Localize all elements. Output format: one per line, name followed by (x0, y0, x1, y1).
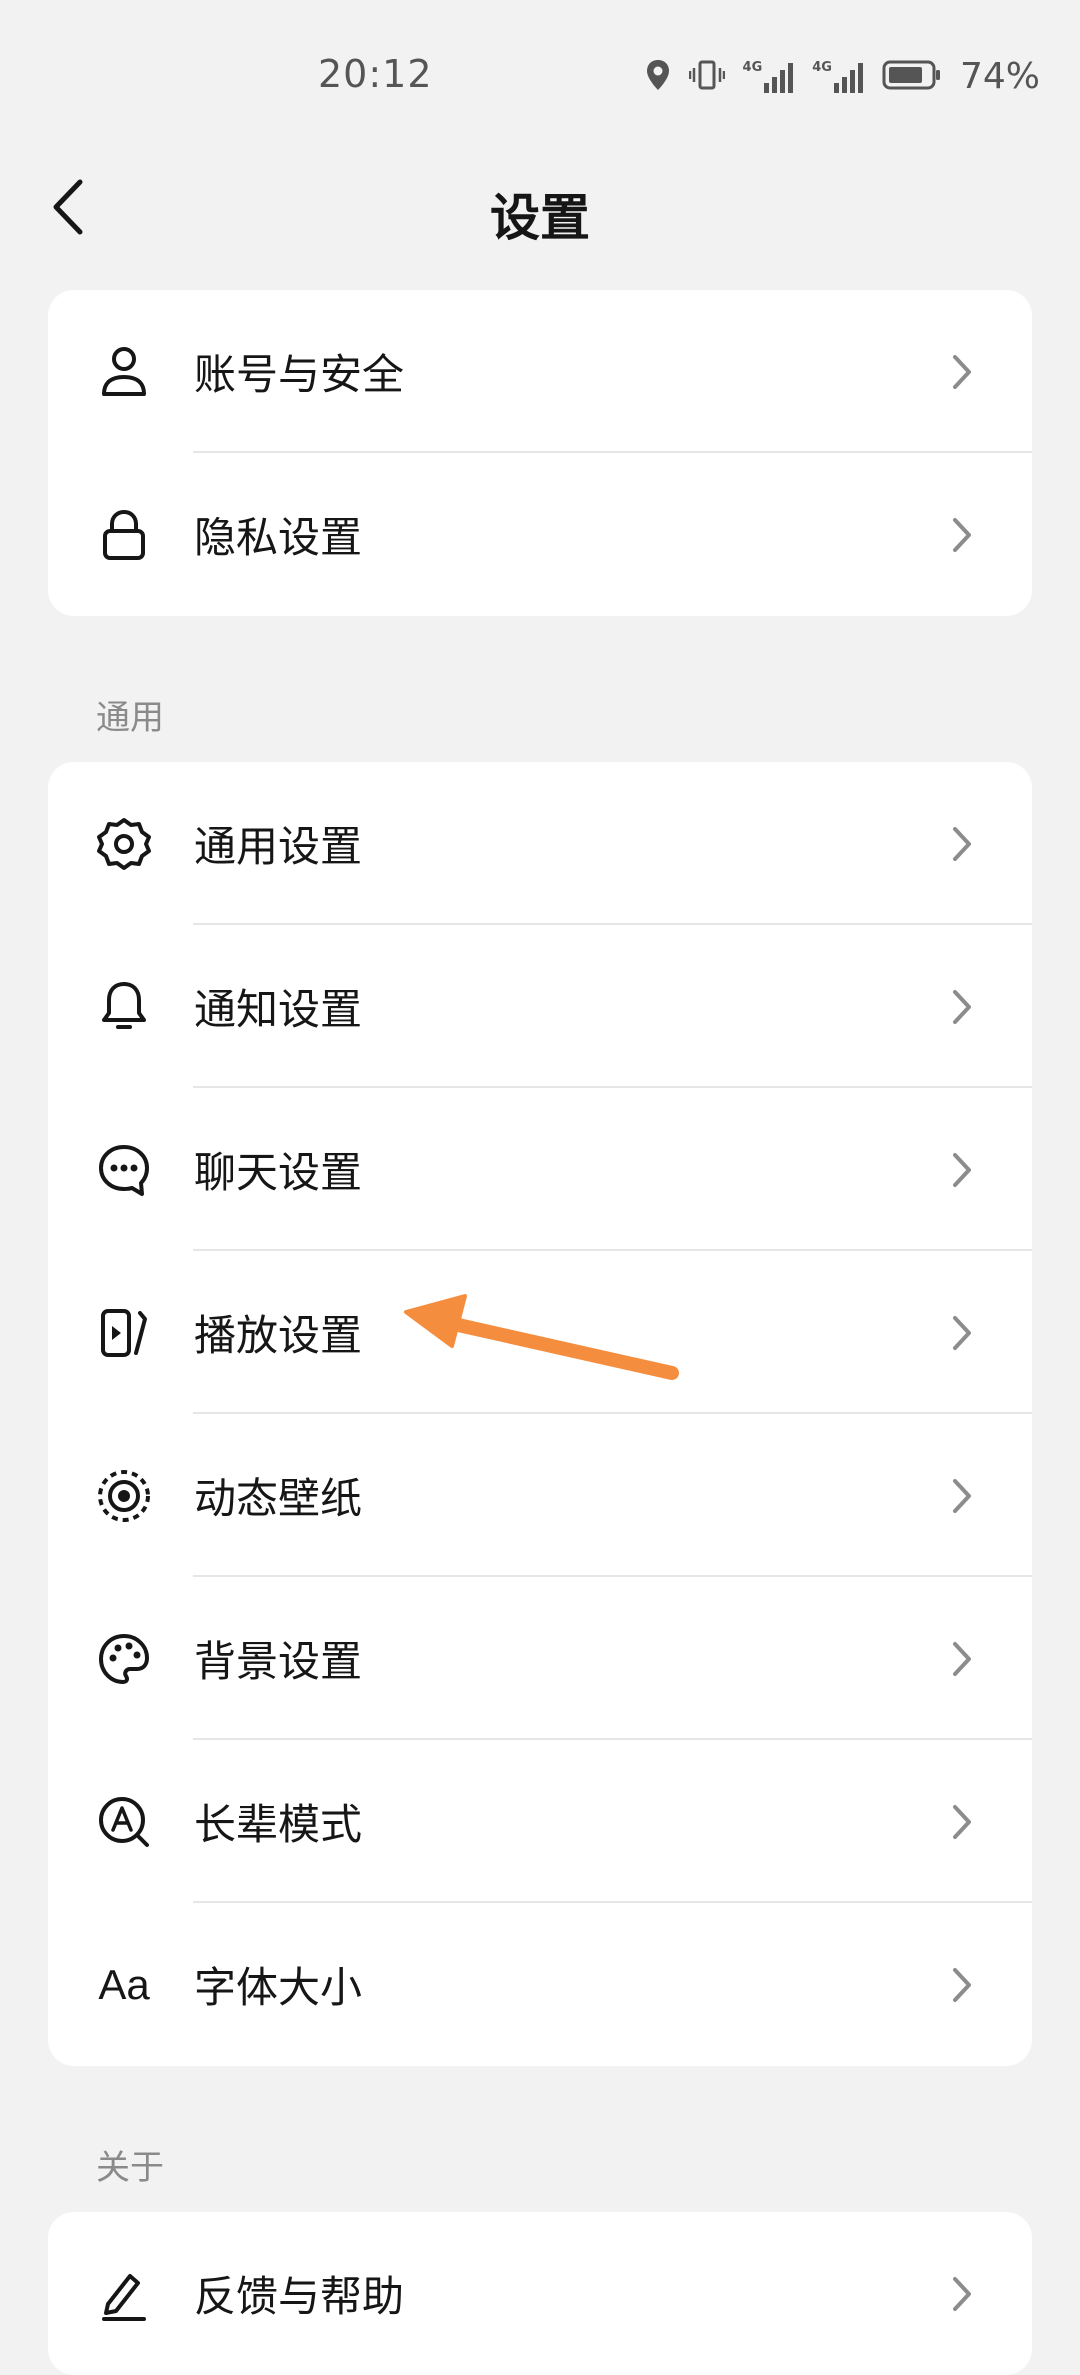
settings-item-label: 背景设置 (194, 1637, 363, 1686)
settings-item-label: 动态壁纸 (194, 1474, 363, 1523)
battery-percent: 74% (959, 56, 1040, 97)
bell-icon (96, 979, 152, 1035)
network-type-label: 4G (812, 60, 832, 75)
chevron-right-icon (942, 2274, 982, 2314)
play-screen-icon (96, 1305, 152, 1361)
chevron-right-icon (942, 1965, 982, 2005)
settings-item-label: 长辈模式 (194, 1800, 363, 1849)
settings-item-privacy[interactable]: 隐私设置 (48, 453, 1032, 616)
settings-item-account-security[interactable]: 账号与安全 (48, 290, 1032, 453)
chat-bubble-icon (96, 1142, 152, 1198)
elder-mode-icon (96, 1794, 152, 1850)
settings-item-font-size[interactable]: Aa 字体大小 (48, 1903, 1032, 2066)
chevron-right-icon (942, 1150, 982, 1190)
palette-icon (96, 1631, 152, 1687)
settings-item-label: 聊天设置 (194, 1148, 363, 1197)
section-title-general: 通用 (96, 698, 164, 738)
status-bar: 20:12 4G 4G 74% (0, 0, 1080, 150)
signal-icon-1: 4G (743, 60, 795, 93)
font-size-icon: Aa (96, 1957, 152, 2013)
gear-icon (96, 816, 152, 872)
person-icon (96, 344, 152, 400)
about-settings-card: 反馈与帮助 (48, 2212, 1032, 2375)
pencil-icon (96, 2266, 152, 2322)
settings-item-chat[interactable]: 聊天设置 (48, 1088, 1032, 1251)
settings-item-label: 反馈与帮助 (194, 2272, 405, 2321)
general-settings-card: 通用设置 通知设置 聊天设置 播放设置 动态壁纸 背景设置 长辈模式 Aa 字体… (48, 762, 1032, 2066)
chevron-right-icon (942, 515, 982, 555)
settings-item-general[interactable]: 通用设置 (48, 762, 1032, 925)
settings-item-label: 播放设置 (194, 1311, 363, 1360)
settings-item-label: 隐私设置 (194, 513, 363, 562)
location-icon (645, 58, 671, 96)
network-type-label: 4G (742, 60, 763, 75)
dynamic-wallpaper-icon (96, 1468, 152, 1524)
signal-icon-2: 4G (812, 60, 864, 93)
section-title-about: 关于 (96, 2148, 164, 2188)
font-size-icon-text: Aa (98, 1960, 150, 2008)
chevron-right-icon (942, 352, 982, 392)
vibrate-icon (688, 58, 725, 96)
settings-item-background[interactable]: 背景设置 (48, 1577, 1032, 1740)
settings-item-label: 字体大小 (194, 1963, 363, 2012)
account-settings-card: 账号与安全 隐私设置 (48, 290, 1032, 616)
chevron-right-icon (942, 987, 982, 1027)
chevron-right-icon (942, 824, 982, 864)
page-title: 设置 (490, 189, 590, 247)
settings-item-label: 通用设置 (194, 822, 363, 871)
status-icons: 4G 4G 74% (645, 56, 1040, 97)
settings-item-label: 账号与安全 (194, 350, 405, 399)
settings-item-feedback-help[interactable]: 反馈与帮助 (48, 2212, 1032, 2375)
chevron-right-icon (942, 1639, 982, 1679)
settings-item-playback[interactable]: 播放设置 (48, 1251, 1032, 1414)
battery-icon (882, 59, 942, 95)
chevron-right-icon (942, 1476, 982, 1516)
settings-item-notifications[interactable]: 通知设置 (48, 925, 1032, 1088)
status-time: 20:12 (318, 52, 433, 96)
header: 设置 (0, 150, 1080, 270)
settings-item-label: 通知设置 (194, 985, 363, 1034)
chevron-right-icon (942, 1313, 982, 1353)
settings-item-dynamic-wallpaper[interactable]: 动态壁纸 (48, 1414, 1032, 1577)
settings-item-elder-mode[interactable]: 长辈模式 (48, 1740, 1032, 1903)
chevron-right-icon (942, 1802, 982, 1842)
lock-icon (96, 507, 152, 563)
